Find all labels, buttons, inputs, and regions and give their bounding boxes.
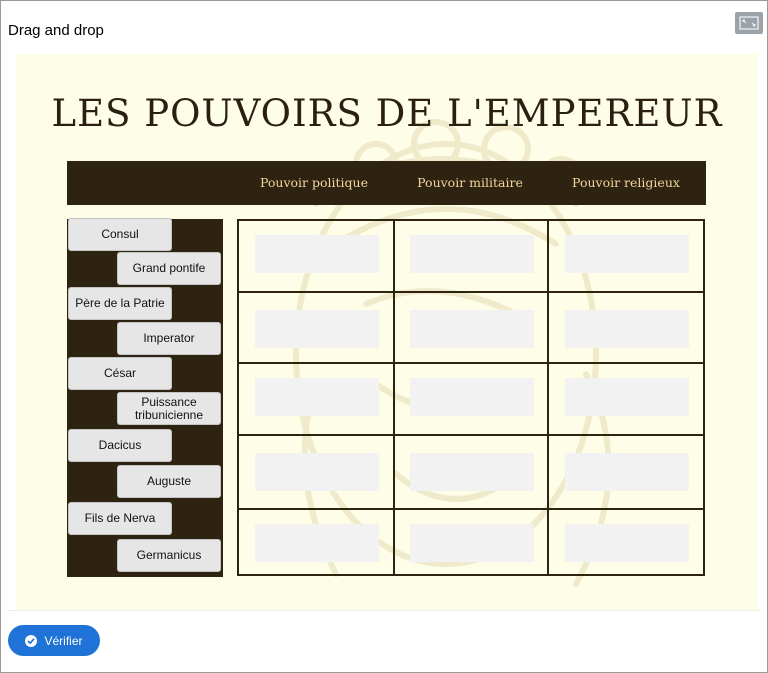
drag-item-dacicus[interactable]: Dacicus <box>68 429 172 462</box>
grid-divider <box>237 362 705 364</box>
dropzone-militaire-4[interactable] <box>410 453 534 491</box>
dropzone-religieux-2[interactable] <box>565 310 689 348</box>
activity-stage: LES POUVOIRS DE L'EMPEREUR Pouvoir polit… <box>16 54 758 611</box>
verify-label: Vérifier <box>44 633 83 648</box>
dropzone-militaire-5[interactable] <box>410 524 534 562</box>
drag-item-pere-de-la-patrie[interactable]: Père de la Patrie <box>68 287 172 320</box>
verify-button[interactable]: Vérifier <box>8 625 100 656</box>
check-circle-icon <box>25 634 38 647</box>
grid-divider <box>237 508 705 510</box>
grid-divider <box>393 219 395 576</box>
drag-item-puissance-tribunicienne[interactable]: Puissance tribunicienne <box>117 392 221 425</box>
column-header-politique: Pouvoir politique <box>259 175 368 190</box>
drag-item-germanicus[interactable]: Germanicus <box>117 539 221 572</box>
column-header-religieux: Pouvoir religieux <box>572 175 680 190</box>
drag-item-cesar[interactable]: César <box>68 357 172 390</box>
grid-divider <box>237 291 705 293</box>
dropzone-politique-5[interactable] <box>255 524 379 562</box>
dropzone-militaire-3[interactable] <box>410 378 534 416</box>
footer-divider <box>8 610 760 611</box>
dropzone-politique-2[interactable] <box>255 310 379 348</box>
fullscreen-icon <box>739 16 759 30</box>
dropzone-politique-3[interactable] <box>255 378 379 416</box>
drag-item-imperator[interactable]: Imperator <box>117 322 221 355</box>
dropzone-militaire-2[interactable] <box>410 310 534 348</box>
dropzone-religieux-3[interactable] <box>565 378 689 416</box>
dropzone-religieux-1[interactable] <box>565 235 689 273</box>
dropzone-religieux-4[interactable] <box>565 453 689 491</box>
column-header-militaire: Pouvoir militaire <box>417 175 523 190</box>
dropzone-militaire-1[interactable] <box>410 235 534 273</box>
activity-heading: LES POUVOIRS DE L'EMPEREUR <box>51 92 723 135</box>
fullscreen-button[interactable] <box>735 12 763 34</box>
activity-title: Drag and drop <box>8 22 104 39</box>
drag-item-grand-pontife[interactable]: Grand pontife <box>117 252 221 285</box>
drag-item-fils-de-nerva[interactable]: Fils de Nerva <box>68 502 172 535</box>
dropzone-politique-1[interactable] <box>255 235 379 273</box>
drag-item-consul[interactable]: Consul <box>68 218 172 251</box>
drag-item-auguste[interactable]: Auguste <box>117 465 221 498</box>
grid-divider <box>237 434 705 436</box>
dropzone-religieux-5[interactable] <box>565 524 689 562</box>
dropzone-politique-4[interactable] <box>255 453 379 491</box>
grid-divider <box>547 219 549 576</box>
